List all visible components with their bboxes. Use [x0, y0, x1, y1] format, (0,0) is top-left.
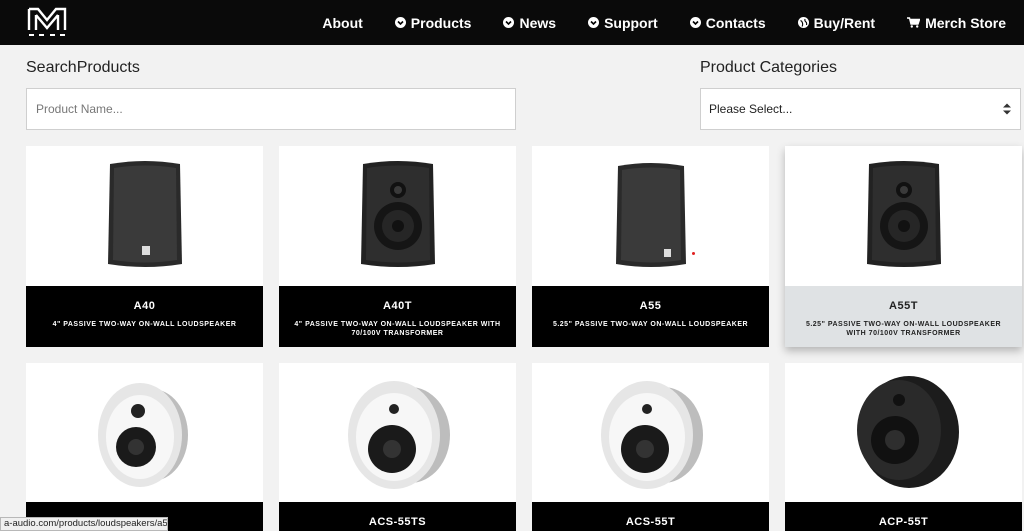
- product-card-a40[interactable]: A40 4" PASSIVE TWO-WAY ON-WALL LOUDSPEAK…: [26, 146, 263, 347]
- nav-merch-store[interactable]: Merch Store: [907, 15, 1006, 31]
- product-card-a55[interactable]: A55 5.25" PASSIVE TWO-WAY ON-WALL LOUDSP…: [532, 146, 769, 347]
- nav-contacts-label: Contacts: [705, 14, 766, 31]
- search-products-heading: SearchProducts: [26, 59, 140, 76]
- nav-news[interactable]: News: [503, 15, 556, 31]
- pendant-speaker-image: [856, 375, 959, 488]
- cursor-dot: [692, 252, 695, 255]
- nav-news-label: News: [519, 14, 557, 31]
- product-image: [532, 146, 769, 286]
- nav-support[interactable]: Support: [588, 15, 658, 31]
- nav-products[interactable]: Products: [394, 14, 472, 31]
- product-name: ACP-55T: [878, 516, 929, 528]
- box-speaker-open-image: [360, 161, 435, 267]
- nav-contacts[interactable]: Contacts: [689, 14, 766, 31]
- category-selected-value: Please Select...: [709, 102, 793, 116]
- chevron-circle-icon: [394, 17, 406, 28]
- product-image: [785, 146, 1022, 286]
- nav-buy-rent-label: Buy/Rent: [813, 14, 876, 31]
- main-nav: About Products News Support Contacts Buy…: [322, 0, 1006, 45]
- product-caption: A55 5.25" PASSIVE TWO-WAY ON-WALL LOUDSP…: [532, 286, 769, 347]
- nav-buy-rent[interactable]: Buy/Rent: [797, 14, 876, 31]
- box-speaker-open-image: [866, 161, 941, 267]
- product-description: 5.25" PASSIVE TWO-WAY ON-WALL LOUDSPEAKE…: [552, 321, 749, 328]
- product-card-acs-55ts[interactable]: ACS-55TS: [279, 363, 516, 531]
- product-description: 4" PASSIVE TWO-WAY ON-WALL LOUDSPEAKER: [52, 321, 237, 328]
- nav-about-label: About: [322, 14, 363, 31]
- product-name: A40: [133, 300, 156, 312]
- chevron-circle-icon: [689, 17, 701, 28]
- cart-icon: [907, 17, 921, 28]
- product-caption: A40 4" PASSIVE TWO-WAY ON-WALL LOUDSPEAK…: [26, 286, 263, 347]
- top-nav-bar: About Products News Support Contacts Buy…: [0, 0, 1024, 45]
- box-speaker-image: [107, 161, 182, 267]
- product-description: 4" PASSIVE TWO-WAY ON-WALL LOUDSPEAKER W…: [294, 321, 501, 337]
- select-arrows-icon: [1003, 103, 1011, 115]
- product-name: A55T: [889, 300, 918, 312]
- nav-merch-store-label: Merch Store: [925, 14, 1006, 31]
- product-caption: ACS-55TS: [279, 502, 516, 531]
- chevron-circle-icon: [503, 17, 515, 28]
- ceiling-speaker-image: [347, 380, 450, 489]
- product-categories-select[interactable]: Please Select...: [700, 88, 1021, 130]
- product-name: ACS-55T: [625, 516, 676, 528]
- globe-icon: [797, 17, 809, 28]
- nav-about[interactable]: About: [322, 15, 362, 31]
- ceiling-speaker-image: [600, 380, 703, 489]
- product-name: ACS-55TS: [368, 516, 427, 528]
- status-bar-url: a-audio.com/products/loudspeakers/a55t: [0, 517, 168, 531]
- nav-support-label: Support: [604, 14, 658, 31]
- ceiling-speaker-image: [97, 382, 188, 487]
- product-name: A55: [639, 300, 662, 312]
- product-image: [26, 363, 263, 502]
- nav-products-label: Products: [410, 14, 472, 31]
- product-card-a55t[interactable]: A55T 5.25" PASSIVE TWO-WAY ON-WALL LOUDS…: [785, 146, 1022, 347]
- box-speaker-image: [615, 163, 686, 267]
- product-categories-heading: Product Categories: [700, 59, 837, 76]
- product-name: A40T: [383, 300, 412, 312]
- product-image: [279, 363, 516, 502]
- product-caption: ACS-55T: [532, 502, 769, 531]
- martin-audio-logo[interactable]: [26, 6, 68, 38]
- product-image: [279, 146, 516, 286]
- product-card-a40t[interactable]: A40T 4" PASSIVE TWO-WAY ON-WALL LOUDSPEA…: [279, 146, 516, 347]
- product-description: 5.25" PASSIVE TWO-WAY ON-WALL LOUDSPEAKE…: [805, 321, 1002, 337]
- product-image: [785, 363, 1022, 502]
- product-caption: A40T 4" PASSIVE TWO-WAY ON-WALL LOUDSPEA…: [279, 286, 516, 347]
- product-caption: ACP-55T: [785, 502, 1022, 531]
- product-image: [26, 146, 263, 286]
- product-caption: A55T 5.25" PASSIVE TWO-WAY ON-WALL LOUDS…: [785, 286, 1022, 347]
- chevron-circle-icon: [588, 17, 600, 28]
- product-card-acp-55t[interactable]: ACP-55T: [785, 363, 1022, 531]
- product-card-acs-55t[interactable]: ACS-55T: [532, 363, 769, 531]
- product-image: [532, 363, 769, 502]
- product-card-ceiling[interactable]: [26, 363, 263, 531]
- product-name-search-input[interactable]: [26, 88, 516, 130]
